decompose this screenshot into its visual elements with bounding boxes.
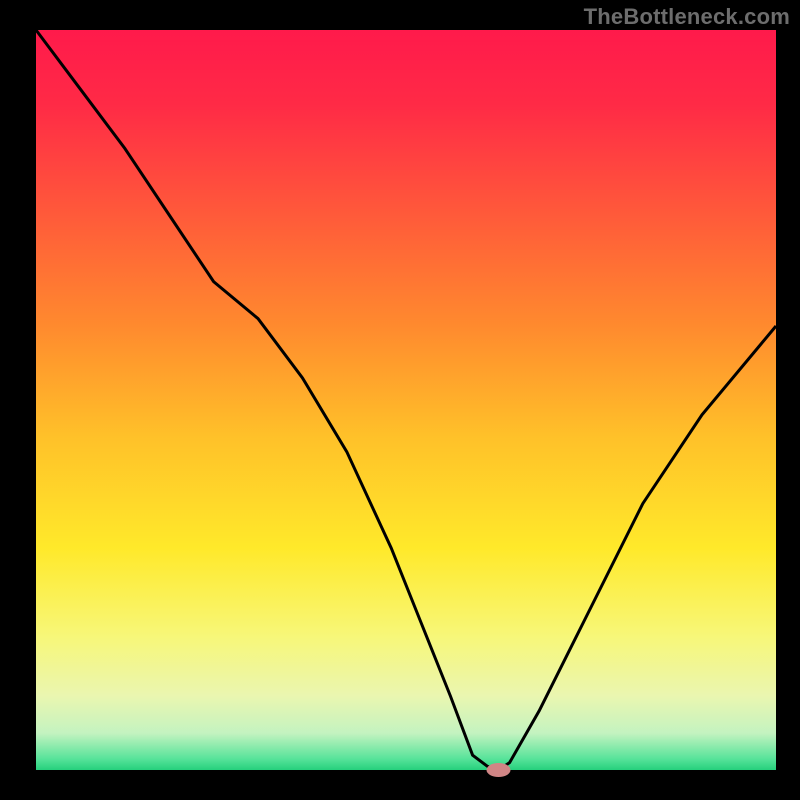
attribution-label: TheBottleneck.com bbox=[584, 4, 790, 30]
chart-frame: TheBottleneck.com bbox=[0, 0, 800, 800]
bottleneck-chart bbox=[0, 0, 800, 800]
plot-background bbox=[36, 30, 776, 770]
minimum-marker bbox=[487, 763, 511, 777]
